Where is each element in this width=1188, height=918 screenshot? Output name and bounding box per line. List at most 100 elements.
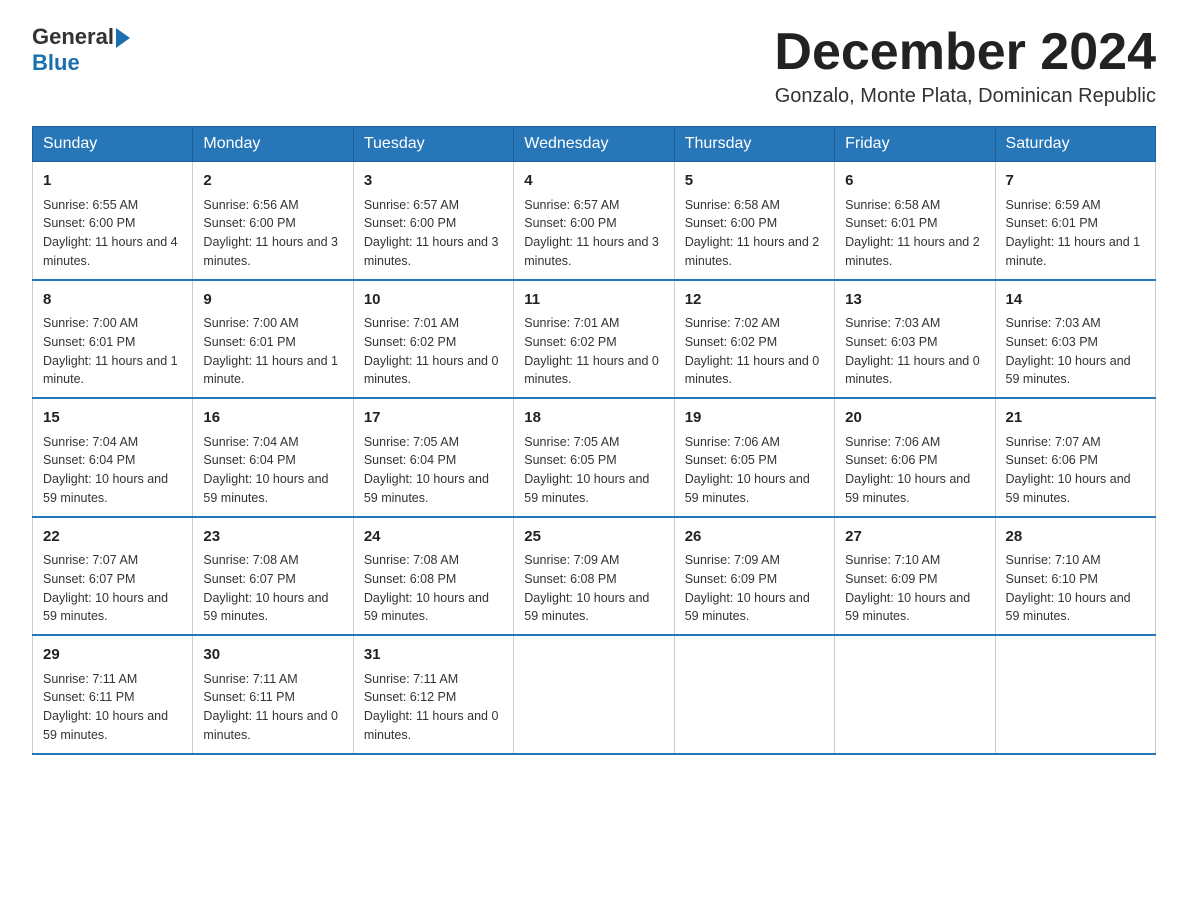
calendar-cell bbox=[514, 635, 674, 754]
day-number: 7 bbox=[1006, 170, 1145, 193]
day-number: 28 bbox=[1006, 526, 1145, 549]
day-number: 3 bbox=[364, 170, 503, 193]
calendar-cell bbox=[674, 635, 834, 754]
day-number: 15 bbox=[43, 407, 182, 430]
logo: General Blue bbox=[32, 24, 130, 76]
days-header-row: SundayMondayTuesdayWednesdayThursdayFrid… bbox=[33, 127, 1156, 162]
day-info: Sunrise: 7:07 AMSunset: 6:06 PMDaylight:… bbox=[1006, 433, 1145, 508]
day-info: Sunrise: 7:11 AMSunset: 6:11 PMDaylight:… bbox=[203, 670, 342, 745]
calendar-cell: 30 Sunrise: 7:11 AMSunset: 6:11 PMDayligh… bbox=[193, 635, 353, 754]
day-number: 26 bbox=[685, 526, 824, 549]
calendar-cell: 14Sunrise: 7:03 AMSunset: 6:03 PMDayligh… bbox=[995, 280, 1155, 399]
day-number: 24 bbox=[364, 526, 503, 549]
day-info: Sunrise: 7:08 AMSunset: 6:08 PMDaylight:… bbox=[364, 551, 503, 626]
calendar-cell: 22Sunrise: 7:07 AMSunset: 6:07 PMDayligh… bbox=[33, 517, 193, 636]
day-info: Sunrise: 7:04 AMSunset: 6:04 PMDaylight:… bbox=[203, 433, 342, 508]
logo-blue-text: Blue bbox=[32, 50, 80, 75]
day-info: Sunrise: 6:58 AMSunset: 6:01 PMDaylight:… bbox=[845, 196, 984, 271]
calendar-cell: 21 Sunrise: 7:07 AMSunset: 6:06 PMDayligh… bbox=[995, 398, 1155, 517]
day-info: Sunrise: 6:56 AMSunset: 6:00 PMDaylight:… bbox=[203, 196, 342, 271]
calendar-cell: 23Sunrise: 7:08 AMSunset: 6:07 PMDayligh… bbox=[193, 517, 353, 636]
day-header-wednesday: Wednesday bbox=[514, 127, 674, 162]
day-info: Sunrise: 7:04 AMSunset: 6:04 PMDaylight:… bbox=[43, 433, 182, 508]
day-number: 12 bbox=[685, 289, 824, 312]
calendar-cell: 10Sunrise: 7:01 AMSunset: 6:02 PMDayligh… bbox=[353, 280, 513, 399]
week-row-4: 22Sunrise: 7:07 AMSunset: 6:07 PMDayligh… bbox=[33, 517, 1156, 636]
day-number: 14 bbox=[1006, 289, 1145, 312]
day-info: Sunrise: 7:03 AMSunset: 6:03 PMDaylight:… bbox=[845, 314, 984, 389]
day-header-saturday: Saturday bbox=[995, 127, 1155, 162]
calendar-cell: 19 Sunrise: 7:06 AMSunset: 6:05 PMDayligh… bbox=[674, 398, 834, 517]
logo-arrow-icon bbox=[116, 28, 130, 48]
calendar-cell: 2 Sunrise: 6:56 AMSunset: 6:00 PMDaylight… bbox=[193, 162, 353, 280]
day-info: Sunrise: 7:03 AMSunset: 6:03 PMDaylight:… bbox=[1006, 314, 1145, 389]
calendar-cell: 29 Sunrise: 7:11 AMSunset: 6:11 PMDayligh… bbox=[33, 635, 193, 754]
day-info: Sunrise: 7:10 AMSunset: 6:09 PMDaylight:… bbox=[845, 551, 984, 626]
month-title: December 2024 bbox=[774, 24, 1156, 81]
calendar-cell: 15 Sunrise: 7:04 AMSunset: 6:04 PMDayligh… bbox=[33, 398, 193, 517]
day-number: 20 bbox=[845, 407, 984, 430]
day-info: Sunrise: 7:09 AMSunset: 6:09 PMDaylight:… bbox=[685, 551, 824, 626]
day-number: 22 bbox=[43, 526, 182, 549]
day-number: 27 bbox=[845, 526, 984, 549]
day-info: Sunrise: 7:11 AMSunset: 6:12 PMDaylight:… bbox=[364, 670, 503, 745]
day-number: 13 bbox=[845, 289, 984, 312]
day-info: Sunrise: 7:06 AMSunset: 6:05 PMDaylight:… bbox=[685, 433, 824, 508]
day-info: Sunrise: 7:07 AMSunset: 6:07 PMDaylight:… bbox=[43, 551, 182, 626]
calendar-cell: 25Sunrise: 7:09 AMSunset: 6:08 PMDayligh… bbox=[514, 517, 674, 636]
day-number: 1 bbox=[43, 170, 182, 193]
day-number: 31 bbox=[364, 644, 503, 667]
calendar-cell: 4 Sunrise: 6:57 AMSunset: 6:00 PMDaylight… bbox=[514, 162, 674, 280]
calendar-cell bbox=[995, 635, 1155, 754]
day-info: Sunrise: 6:57 AMSunset: 6:00 PMDaylight:… bbox=[524, 196, 663, 271]
day-number: 19 bbox=[685, 407, 824, 430]
calendar-cell: 6 Sunrise: 6:58 AMSunset: 6:01 PMDaylight… bbox=[835, 162, 995, 280]
calendar-cell: 31 Sunrise: 7:11 AMSunset: 6:12 PMDayligh… bbox=[353, 635, 513, 754]
day-number: 4 bbox=[524, 170, 663, 193]
day-number: 9 bbox=[203, 289, 342, 312]
calendar-cell: 28Sunrise: 7:10 AMSunset: 6:10 PMDayligh… bbox=[995, 517, 1155, 636]
calendar-cell: 7Sunrise: 6:59 AMSunset: 6:01 PMDaylight… bbox=[995, 162, 1155, 280]
day-header-thursday: Thursday bbox=[674, 127, 834, 162]
calendar-cell: 5 Sunrise: 6:58 AMSunset: 6:00 PMDaylight… bbox=[674, 162, 834, 280]
day-number: 5 bbox=[685, 170, 824, 193]
day-header-monday: Monday bbox=[193, 127, 353, 162]
calendar-cell: 17 Sunrise: 7:05 AMSunset: 6:04 PMDayligh… bbox=[353, 398, 513, 517]
day-number: 29 bbox=[43, 644, 182, 667]
calendar-cell: 13Sunrise: 7:03 AMSunset: 6:03 PMDayligh… bbox=[835, 280, 995, 399]
calendar-cell: 1Sunrise: 6:55 AMSunset: 6:00 PMDaylight… bbox=[33, 162, 193, 280]
week-row-1: 1Sunrise: 6:55 AMSunset: 6:00 PMDaylight… bbox=[33, 162, 1156, 280]
day-number: 17 bbox=[364, 407, 503, 430]
day-info: Sunrise: 7:00 AMSunset: 6:01 PMDaylight:… bbox=[203, 314, 342, 389]
week-row-2: 8Sunrise: 7:00 AMSunset: 6:01 PMDaylight… bbox=[33, 280, 1156, 399]
page-header: General Blue December 2024 Gonzalo, Mont… bbox=[32, 24, 1156, 108]
day-header-tuesday: Tuesday bbox=[353, 127, 513, 162]
day-number: 21 bbox=[1006, 407, 1145, 430]
calendar-cell: 24Sunrise: 7:08 AMSunset: 6:08 PMDayligh… bbox=[353, 517, 513, 636]
day-number: 25 bbox=[524, 526, 663, 549]
day-number: 6 bbox=[845, 170, 984, 193]
day-number: 2 bbox=[203, 170, 342, 193]
calendar-cell: 20Sunrise: 7:06 AMSunset: 6:06 PMDayligh… bbox=[835, 398, 995, 517]
calendar-cell bbox=[835, 635, 995, 754]
day-number: 30 bbox=[203, 644, 342, 667]
week-row-5: 29 Sunrise: 7:11 AMSunset: 6:11 PMDayligh… bbox=[33, 635, 1156, 754]
day-number: 23 bbox=[203, 526, 342, 549]
calendar-cell: 12Sunrise: 7:02 AMSunset: 6:02 PMDayligh… bbox=[674, 280, 834, 399]
calendar-cell: 8Sunrise: 7:00 AMSunset: 6:01 PMDaylight… bbox=[33, 280, 193, 399]
calendar-cell: 9Sunrise: 7:00 AMSunset: 6:01 PMDaylight… bbox=[193, 280, 353, 399]
day-number: 10 bbox=[364, 289, 503, 312]
day-info: Sunrise: 7:05 AMSunset: 6:04 PMDaylight:… bbox=[364, 433, 503, 508]
title-area: December 2024 Gonzalo, Monte Plata, Domi… bbox=[774, 24, 1156, 108]
day-info: Sunrise: 6:58 AMSunset: 6:00 PMDaylight:… bbox=[685, 196, 824, 271]
day-info: Sunrise: 7:01 AMSunset: 6:02 PMDaylight:… bbox=[364, 314, 503, 389]
location-subtitle: Gonzalo, Monte Plata, Dominican Republic bbox=[774, 85, 1156, 108]
week-row-3: 15 Sunrise: 7:04 AMSunset: 6:04 PMDayligh… bbox=[33, 398, 1156, 517]
calendar-cell: 26Sunrise: 7:09 AMSunset: 6:09 PMDayligh… bbox=[674, 517, 834, 636]
day-info: Sunrise: 7:11 AMSunset: 6:11 PMDaylight:… bbox=[43, 670, 182, 745]
calendar-cell: 18Sunrise: 7:05 AMSunset: 6:05 PMDayligh… bbox=[514, 398, 674, 517]
day-info: Sunrise: 7:02 AMSunset: 6:02 PMDaylight:… bbox=[685, 314, 824, 389]
calendar-cell: 11Sunrise: 7:01 AMSunset: 6:02 PMDayligh… bbox=[514, 280, 674, 399]
calendar-cell: 27Sunrise: 7:10 AMSunset: 6:09 PMDayligh… bbox=[835, 517, 995, 636]
day-number: 18 bbox=[524, 407, 663, 430]
